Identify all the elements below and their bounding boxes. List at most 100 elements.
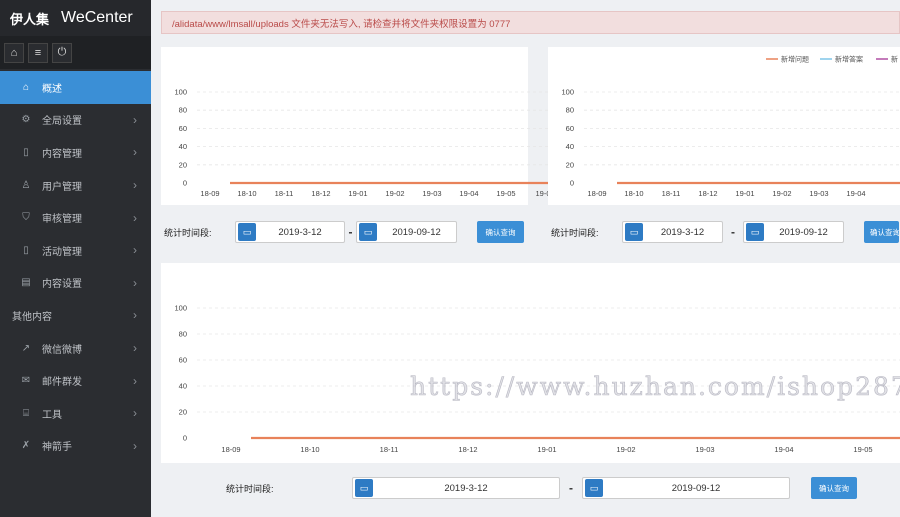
x-tick-label: 18-12 [698, 189, 717, 198]
start-date-input[interactable]: ▭ 2019-3-12 [352, 477, 560, 499]
start-date-input[interactable]: ▭ 2019-3-12 [622, 221, 723, 243]
y-tick-label: 40 [179, 142, 187, 151]
sidebar-item[interactable]: ↗ 微信微博 › [0, 332, 151, 365]
sidebar-item[interactable]: ▤ 内容设置 › [0, 267, 151, 300]
y-tick-label: 60 [179, 124, 187, 133]
sidebar-item[interactable]: ♙ 用户管理 › [0, 169, 151, 202]
sidebar-item-label: 内容设置 [42, 279, 82, 291]
date-filter-right: 统计时间段: ▭ 2019-3-12 - ▭ 2019-09-12 确认查询 [551, 221, 899, 243]
app-name[interactable]: WeCenter [61, 9, 133, 27]
y-tick-label: 80 [179, 106, 187, 115]
x-tick-label: 19-01 [735, 189, 754, 198]
confirm-query-button[interactable]: 确认查询 [864, 221, 899, 243]
y-tick-label: 20 [179, 408, 187, 417]
sidebar-item[interactable]: ⛉ 审核管理 › [0, 201, 151, 234]
sidebar-item[interactable]: ⌸ 工具 › [0, 397, 151, 430]
sidebar-item[interactable]: 其他内容 › [0, 299, 151, 332]
x-tick-label: 18-11 [275, 189, 294, 198]
x-tick-label: 18-09 [587, 189, 606, 198]
y-tick-label: 100 [561, 88, 574, 97]
confirm-query-button[interactable]: 确认查询 [477, 221, 524, 243]
x-tick-label: 19-05 [853, 445, 872, 454]
logo[interactable]: 伊人集 [10, 9, 49, 28]
user-icon: ♙ [21, 179, 31, 191]
share-icon: ↗ [21, 342, 31, 354]
chart-panel-right: 100 80 60 40 20 0 18-09 18-10 18-11 18-12 19-01 19-… [548, 47, 900, 205]
x-tick-label: 19-03 [809, 189, 828, 198]
gear-icon: ⚙ [21, 114, 31, 126]
start-date-value: 2019-3-12 [660, 226, 705, 238]
start-date-input[interactable]: ▭ 2019-3-12 [235, 221, 345, 243]
calendar-icon[interactable]: ▭ [238, 223, 256, 241]
end-date-input[interactable]: ▭ 2019-09-12 [356, 221, 457, 243]
x-tick-label: 19-01 [537, 445, 556, 454]
chevron-right-icon: › [133, 243, 137, 258]
x-tick-label: 19-03 [695, 445, 714, 454]
sidebar-item[interactable]: ⚙ 全局设置 › [0, 104, 151, 137]
end-date-input[interactable]: ▭ 2019-09-12 [582, 477, 790, 499]
chevron-right-icon: › [133, 112, 137, 127]
sidebar-item[interactable]: ✗ 神箭手 › [0, 430, 151, 463]
y-tick-label: 80 [179, 330, 187, 339]
sidebar-item-label: 内容管理 [42, 148, 82, 160]
calendar-icon[interactable]: ▭ [359, 223, 377, 241]
power-icon[interactable]: ⏻ [52, 42, 72, 63]
document-icon: ▯ [23, 244, 29, 256]
y-tick-label: 0 [183, 179, 187, 188]
calendar-icon[interactable]: ▭ [355, 479, 373, 497]
x-tick-label: 18-12 [311, 189, 330, 198]
watermark: https://www.huzhan.com/ishop28719 [410, 372, 900, 402]
calendar-icon[interactable]: ▭ [625, 223, 643, 241]
x-tick-label: 18-10 [237, 189, 256, 198]
y-tick-label: 80 [566, 106, 574, 115]
end-date-input[interactable]: ▭ 2019-09-12 [743, 221, 844, 243]
brand-bar: 伊人集 WeCenter [0, 0, 151, 36]
list-icon[interactable]: ≡ [28, 42, 48, 63]
y-tick-label: 60 [566, 124, 574, 133]
chevron-right-icon: › [133, 275, 137, 290]
sidebar-item[interactable]: ⌂ 概述 [0, 71, 151, 104]
x-tick-label: 19-04 [459, 189, 478, 198]
y-tick-label: 0 [570, 179, 574, 188]
x-tick-label: 19-04 [846, 189, 865, 198]
x-tick-label: 19-02 [772, 189, 791, 198]
y-tick-label: 0 [183, 434, 187, 443]
calendar-icon[interactable]: ▭ [746, 223, 764, 241]
x-tick-label: 19-02 [616, 445, 635, 454]
legend-label: 新增问题 [781, 55, 809, 64]
x-tick-label: 18-10 [300, 445, 319, 454]
chevron-right-icon: › [133, 373, 137, 388]
date-filter-label: 统计时间段: [226, 483, 274, 494]
sidebar-toolbar: ⌂ ≡ ⏻ [0, 36, 151, 69]
sidebar: 伊人集 WeCenter ⌂ ≡ ⏻ ⌂ 概述 ⚙ 全局设置 › ▯ 内容管理 › ♙ 用户管理 ›… [0, 0, 151, 517]
x-tick-label: 18-11 [380, 445, 399, 454]
arrow-icon: ✗ [21, 440, 31, 452]
date-separator: - [731, 225, 735, 239]
date-filter-bottom: 统计时间段: ▭ 2019-3-12 - ▭ 2019-09-12 确认查询 [226, 477, 857, 499]
home-icon: ⌂ [22, 81, 30, 93]
confirm-query-button[interactable]: 确认查询 [811, 477, 857, 499]
home-icon[interactable]: ⌂ [4, 42, 24, 63]
chevron-right-icon: › [133, 210, 137, 225]
x-tick-label: 18-09 [200, 189, 219, 198]
sidebar-item[interactable]: ✉ 邮件群发 › [0, 364, 151, 397]
chevron-right-icon: › [133, 341, 137, 356]
sidebar-item[interactable]: ▯ 活动管理 › [0, 234, 151, 267]
chart-questions-left: 100 80 60 40 20 0 18-09 18-10 18-11 18-12 19-01 19-… [174, 88, 551, 198]
sidebar-item-label: 邮件群发 [42, 377, 82, 389]
sidebar-item-label: 微信微博 [42, 344, 82, 356]
toolbox-icon: ⌸ [23, 407, 29, 419]
sidebar-nav: ⌂ 概述 ⚙ 全局设置 › ▯ 内容管理 › ♙ 用户管理 › ⛉ 审核管理 › ▯ 活动管理 › ▤ 内容设置 › 其… [0, 71, 151, 462]
chevron-right-icon: › [133, 406, 137, 421]
sidebar-item-label: 审核管理 [42, 214, 82, 226]
date-filter-label: 统计时间段: [164, 227, 212, 238]
file-icon: ▤ [21, 277, 31, 289]
x-tick-label: 19-03 [422, 189, 441, 198]
sidebar-item[interactable]: ▯ 内容管理 › [0, 136, 151, 169]
sidebar-item-label: 用户管理 [42, 181, 82, 193]
sidebar-item-label: 概述 [42, 83, 62, 95]
error-alert: /alidata/www/lmsall/uploads 文件夹无法写入, 请检查… [161, 11, 900, 34]
chevron-right-icon: › [133, 145, 137, 160]
calendar-icon[interactable]: ▭ [585, 479, 603, 497]
chart-panel-bottom: 100 80 60 40 20 0 18-09 18-10 18-11 18-12 19-01 19-… [161, 263, 900, 463]
